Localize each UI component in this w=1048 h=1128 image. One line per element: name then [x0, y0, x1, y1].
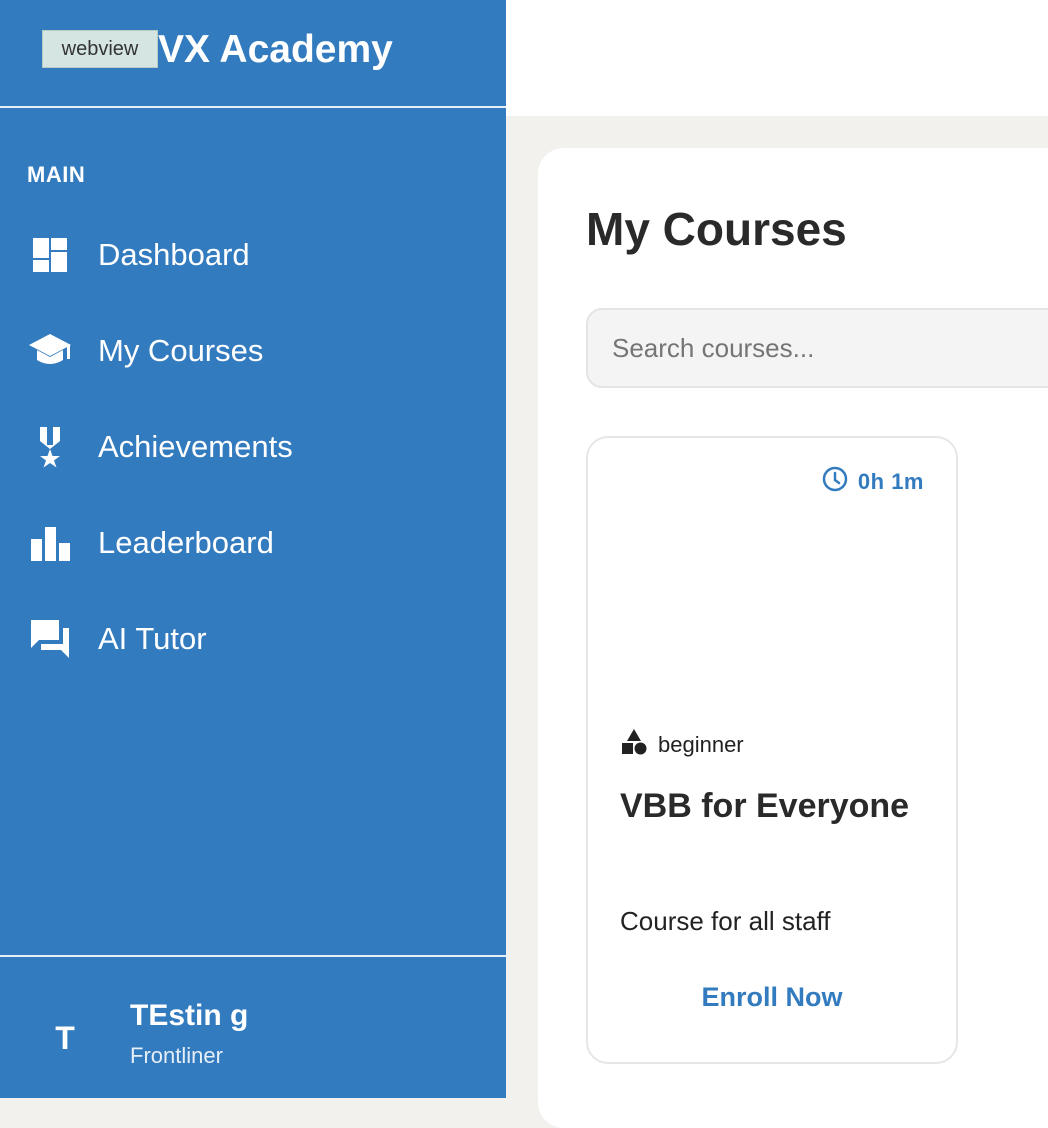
- course-title: VBB for Everyone: [620, 787, 910, 825]
- course-description: Course for all staff: [620, 906, 831, 936]
- sidebar-section-label: MAIN: [27, 162, 86, 187]
- sidebar-item-leaderboard[interactable]: Leaderboard: [0, 507, 506, 579]
- bar-chart-icon: [28, 521, 72, 565]
- course-level-text: beginner: [658, 732, 744, 757]
- search-input[interactable]: [586, 308, 1048, 388]
- medal-icon: [28, 425, 72, 469]
- user-role: Frontliner: [130, 1043, 223, 1068]
- enroll-button[interactable]: Enroll Now: [588, 982, 956, 1013]
- sidebar-item-label: Leaderboard: [98, 525, 274, 560]
- app-title: VX Academy: [158, 28, 393, 71]
- sidebar-item-label: AI Tutor: [98, 621, 207, 656]
- sidebar-item-label: Dashboard: [98, 237, 250, 272]
- user-profile[interactable]: T TEstin g Frontliner: [0, 955, 506, 1098]
- sidebar-item-my-courses[interactable]: My Courses: [0, 315, 506, 387]
- sidebar-item-label: Achievements: [98, 429, 293, 464]
- sidebar-item-dashboard[interactable]: Dashboard: [0, 219, 506, 291]
- shapes-icon: [620, 728, 648, 762]
- course-card[interactable]: 0h 1m beginner VBB for Everyone Course f…: [586, 436, 958, 1064]
- user-name: TEstin g: [130, 999, 249, 1032]
- course-duration: 0h 1m: [822, 466, 924, 498]
- page-title: My Courses: [586, 203, 847, 255]
- dashboard-icon: [28, 233, 72, 277]
- top-bar: [506, 0, 1048, 116]
- clock-icon: [822, 466, 848, 498]
- graduation-cap-icon: [28, 329, 72, 373]
- chat-icon: [28, 617, 72, 661]
- sidebar-item-ai-tutor[interactable]: AI Tutor: [0, 603, 506, 675]
- brand-header: VX Academy webview: [0, 0, 506, 108]
- webview-tag: webview: [42, 30, 158, 68]
- sidebar: VX Academy webview MAIN Dashboard My Cou…: [0, 0, 506, 1098]
- course-duration-text: 0h 1m: [857, 469, 924, 494]
- avatar: T: [55, 1019, 75, 1056]
- course-level: beginner: [620, 728, 744, 762]
- sidebar-item-achievements[interactable]: Achievements: [0, 411, 506, 483]
- sidebar-item-label: My Courses: [98, 333, 264, 368]
